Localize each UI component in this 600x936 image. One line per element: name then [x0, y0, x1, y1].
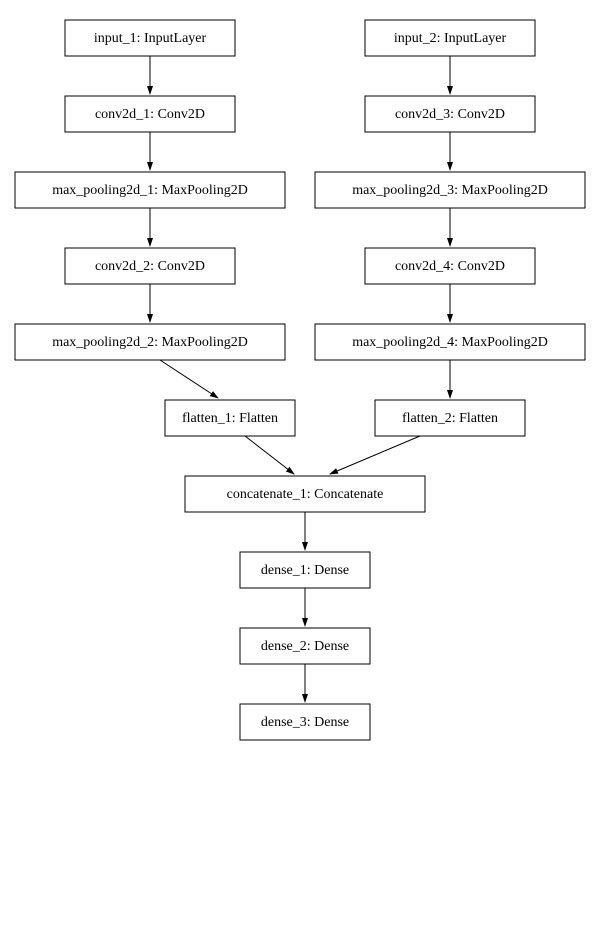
- node-label: concatenate_1: Concatenate: [227, 487, 384, 502]
- node-label: max_pooling2d_3: MaxPooling2D: [352, 183, 548, 198]
- node-flatten_1: flatten_1: Flatten: [165, 400, 295, 436]
- edge: [330, 436, 420, 474]
- node-label: conv2d_4: Conv2D: [395, 259, 505, 274]
- node-label: max_pooling2d_4: MaxPooling2D: [352, 335, 548, 350]
- node-input_1: input_1: InputLayer: [65, 20, 235, 56]
- node-input_2: input_2: InputLayer: [365, 20, 535, 56]
- node-dense_3: dense_3: Dense: [240, 704, 370, 740]
- node-label: max_pooling2d_2: MaxPooling2D: [52, 335, 248, 350]
- node-conv2d_2: conv2d_2: Conv2D: [65, 248, 235, 284]
- node-dense_2: dense_2: Dense: [240, 628, 370, 664]
- edge: [245, 436, 294, 474]
- node-max_pooling2d_1: max_pooling2d_1: MaxPooling2D: [15, 172, 285, 208]
- node-conv2d_4: conv2d_4: Conv2D: [365, 248, 535, 284]
- node-concatenate_1: concatenate_1: Concatenate: [185, 476, 425, 512]
- node-conv2d_1: conv2d_1: Conv2D: [65, 96, 235, 132]
- node-label: max_pooling2d_1: MaxPooling2D: [52, 183, 248, 198]
- node-conv2d_3: conv2d_3: Conv2D: [365, 96, 535, 132]
- node-label: dense_3: Dense: [261, 715, 349, 730]
- node-max_pooling2d_3: max_pooling2d_3: MaxPooling2D: [315, 172, 585, 208]
- node-label: conv2d_1: Conv2D: [95, 107, 205, 122]
- node-label: input_1: InputLayer: [94, 31, 207, 46]
- node-flatten_2: flatten_2: Flatten: [375, 400, 525, 436]
- node-dense_1: dense_1: Dense: [240, 552, 370, 588]
- node-max_pooling2d_2: max_pooling2d_2: MaxPooling2D: [15, 324, 285, 360]
- node-label: conv2d_2: Conv2D: [95, 259, 205, 274]
- node-label: conv2d_3: Conv2D: [395, 107, 505, 122]
- node-label: flatten_2: Flatten: [402, 411, 498, 426]
- node-label: dense_1: Dense: [261, 563, 349, 578]
- edge: [160, 360, 218, 398]
- model-architecture-diagram: input_1: InputLayer conv2d_1: Conv2D max…: [0, 0, 600, 936]
- node-label: input_2: InputLayer: [394, 31, 507, 46]
- node-max_pooling2d_4: max_pooling2d_4: MaxPooling2D: [315, 324, 585, 360]
- node-label: flatten_1: Flatten: [182, 411, 278, 426]
- node-label: dense_2: Dense: [261, 639, 349, 654]
